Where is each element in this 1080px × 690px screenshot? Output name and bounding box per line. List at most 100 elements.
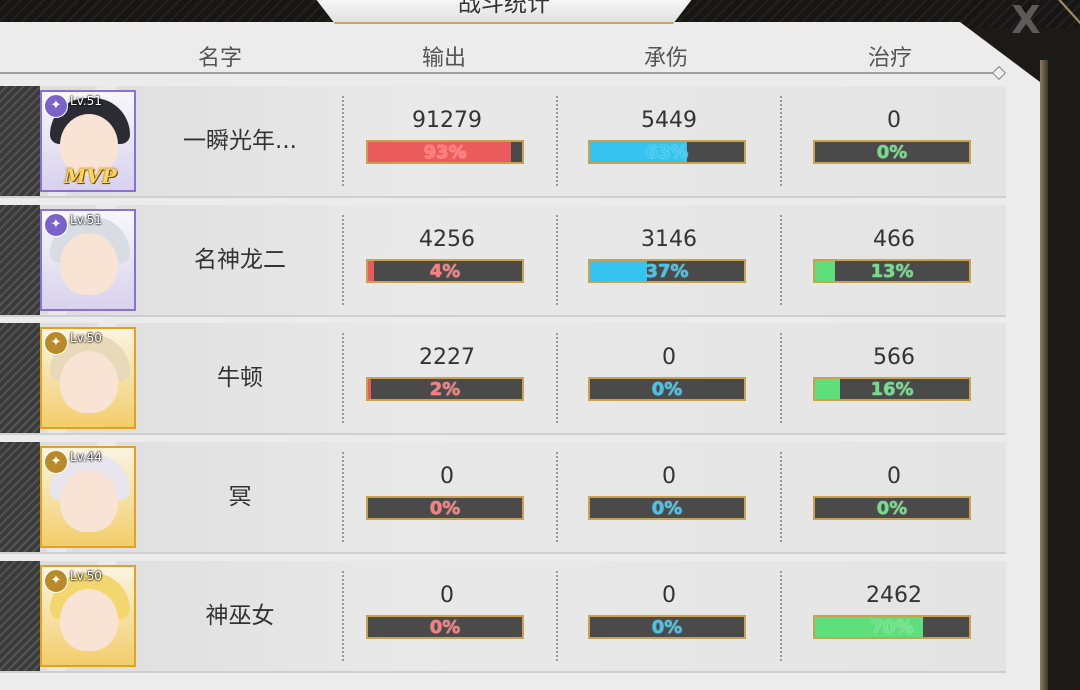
hero-level: Lv.51 — [70, 94, 102, 108]
healing-stat: 0 0% — [813, 106, 975, 176]
player-row: ✦ Lv.50 神巫女 0 0% 0 0% 2462 70% — [0, 561, 1006, 673]
close-icon: X — [1011, 0, 1041, 42]
stat-percent: 37% — [645, 261, 689, 282]
title-ornament-left — [109, 0, 321, 25]
healing-stat: 2462 70% — [813, 581, 975, 651]
stat-percent: 70% — [870, 617, 914, 638]
stat-percent: 2% — [429, 379, 461, 400]
stat-value: 0 — [662, 464, 676, 489]
player-row: ✦ Lv.44 冥 0 0% 0 0% 0 0% — [0, 442, 1006, 554]
output-stat: 91279 93% — [366, 106, 528, 176]
output-stat: 4256 4% — [366, 225, 528, 295]
stat-value: 2227 — [419, 345, 475, 370]
stat-percent: 63% — [645, 142, 689, 163]
column-header: 名字 输出 承伤 治疗 — [0, 40, 1010, 74]
stat-percent: 0% — [876, 498, 908, 519]
stat-value: 0 — [887, 464, 901, 489]
column-divider — [556, 215, 558, 305]
portrait-face — [60, 351, 118, 413]
title-ornament-right — [689, 0, 891, 25]
column-divider — [556, 571, 558, 661]
healing-stat: 566 16% — [813, 343, 975, 413]
stat-bar: 4% — [366, 259, 524, 283]
player-row: ✦ Lv.51 名神龙二 4256 4% 3146 37% 466 13% — [0, 205, 1006, 317]
stat-percent: 16% — [870, 379, 914, 400]
player-name: 名神龙二 — [194, 247, 286, 273]
column-divider — [556, 452, 558, 542]
stat-percent: 0% — [651, 379, 683, 400]
portrait-face — [60, 233, 118, 295]
stat-bar: 37% — [588, 259, 746, 283]
stat-bar: 70% — [813, 615, 971, 639]
player-row: ✦ Lv.51 MVP 一瞬光年... 91279 93% 5449 63% 0 0% — [0, 86, 1006, 198]
column-divider — [780, 333, 782, 423]
close-button[interactable]: X — [1000, 0, 1052, 44]
column-divider — [342, 96, 344, 186]
stat-value: 5449 — [641, 108, 697, 133]
stat-bar: 0% — [813, 140, 971, 164]
mvp-badge: MVP — [64, 164, 117, 188]
stat-percent: 0% — [429, 498, 461, 519]
column-divider — [780, 452, 782, 542]
player-name: 一瞬光年... — [183, 128, 297, 154]
window-title: 战斗统计 — [458, 0, 550, 17]
stat-value: 3146 — [641, 227, 697, 252]
column-divider — [342, 333, 344, 423]
header-output: 输出 — [421, 46, 466, 71]
stat-bar: 16% — [813, 377, 971, 401]
stat-bar: 0% — [366, 496, 524, 520]
header-healing: 治疗 — [867, 46, 912, 71]
hero-portrait[interactable]: ✦ Lv.50 — [40, 565, 136, 667]
column-divider — [556, 96, 558, 186]
hero-level: Lv.50 — [70, 569, 102, 583]
player-name: 神巫女 — [205, 603, 275, 629]
stat-bar: 93% — [366, 140, 524, 164]
stat-percent: 0% — [651, 498, 683, 519]
stat-bar: 2% — [366, 377, 524, 401]
stat-bar: 13% — [813, 259, 971, 283]
bow-icon: ✦ — [44, 450, 68, 474]
hero-level: Lv.50 — [70, 331, 102, 345]
column-divider — [556, 333, 558, 423]
stat-value: 0 — [440, 464, 454, 489]
stat-value: 0 — [662, 345, 676, 370]
healer-icon: ✦ — [44, 569, 68, 593]
stat-value: 0 — [887, 108, 901, 133]
stat-bar: 0% — [813, 496, 971, 520]
stat-bar: 0% — [366, 615, 524, 639]
header-name: 名字 — [197, 46, 242, 71]
mage-icon: ✦ — [44, 331, 68, 355]
portrait-face — [60, 470, 118, 532]
stat-percent: 13% — [870, 261, 914, 282]
stat-value: 91279 — [412, 108, 482, 133]
stat-percent: 0% — [651, 617, 683, 638]
damage-taken-stat: 3146 37% — [588, 225, 750, 295]
shield-icon: ✦ — [44, 213, 68, 237]
stat-value: 2462 — [866, 583, 922, 608]
stat-value: 4256 — [419, 227, 475, 252]
window-title-plate: 战斗统计 — [312, 0, 696, 24]
stat-bar: 0% — [588, 377, 746, 401]
healing-stat: 466 13% — [813, 225, 975, 295]
output-stat: 2227 2% — [366, 343, 528, 413]
stat-value: 466 — [873, 227, 915, 252]
stat-value: 0 — [440, 583, 454, 608]
column-divider — [342, 215, 344, 305]
hero-level: Lv.44 — [70, 450, 102, 464]
stat-bar: 63% — [588, 140, 746, 164]
hero-portrait[interactable]: ✦ Lv.51 — [40, 209, 136, 311]
stat-value: 566 — [873, 345, 915, 370]
column-divider — [780, 96, 782, 186]
archer-icon: ✦ — [44, 94, 68, 118]
hero-portrait[interactable]: ✦ Lv.51 MVP — [40, 90, 136, 192]
damage-taken-stat: 0 0% — [588, 462, 750, 532]
stat-value: 0 — [662, 583, 676, 608]
hero-level: Lv.51 — [70, 213, 102, 227]
hero-portrait[interactable]: ✦ Lv.50 — [40, 327, 136, 429]
stat-bar: 0% — [588, 496, 746, 520]
stat-bar: 0% — [588, 615, 746, 639]
damage-taken-stat: 0 0% — [588, 343, 750, 413]
column-divider — [780, 215, 782, 305]
hero-portrait[interactable]: ✦ Lv.44 — [40, 446, 136, 548]
healing-stat: 0 0% — [813, 462, 975, 532]
